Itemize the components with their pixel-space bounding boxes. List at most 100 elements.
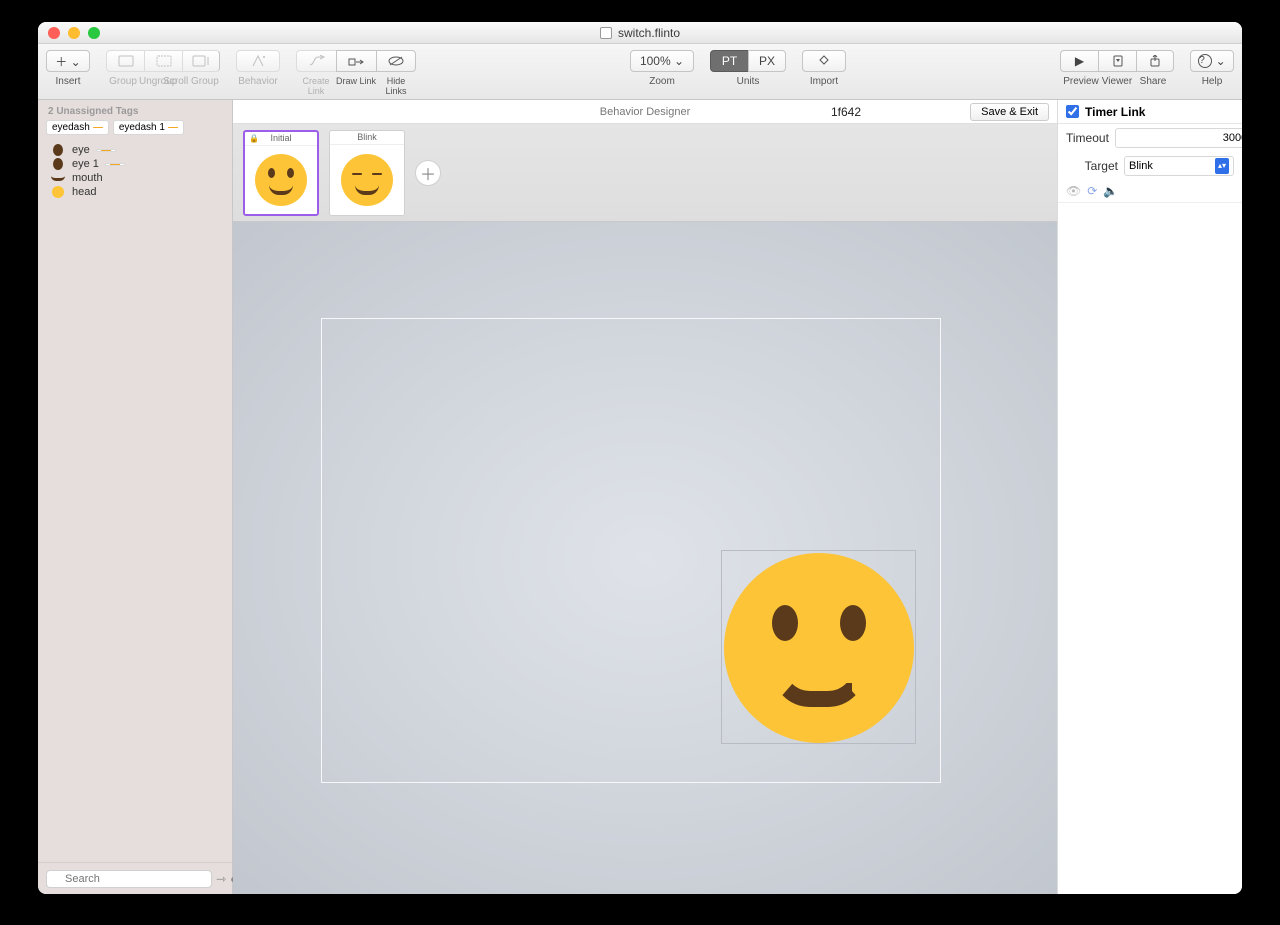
layer-label: mouth	[72, 172, 103, 184]
import-label: Import	[810, 76, 838, 87]
behavior-label: Behavior	[238, 76, 277, 87]
sound-option-icon[interactable]: 🔈	[1103, 184, 1118, 198]
layer-item-eye-1[interactable]: eye 1	[46, 157, 224, 171]
app-window: switch.flinto ＋ ⌄ Insert Group Ungroup S…	[38, 22, 1242, 894]
target-select[interactable]: Blink ▴▾	[1124, 156, 1234, 176]
smiley-head[interactable]	[724, 553, 914, 743]
tags-header: 2 Unassigned Tags	[38, 100, 232, 120]
layers-panel: 2 Unassigned Tags eyedash eyedash 1 eye …	[38, 100, 233, 894]
layer-item-eye[interactable]: eye	[46, 143, 224, 157]
zoom-label: Zoom	[649, 76, 675, 87]
artboard[interactable]	[321, 318, 941, 783]
layer-search-input[interactable]	[46, 870, 212, 888]
layer-item-mouth[interactable]: mouth	[46, 171, 224, 185]
window-title: switch.flinto	[600, 26, 680, 40]
state-card-blink[interactable]: Blink	[329, 130, 405, 216]
smiley-eye-left[interactable]	[772, 605, 798, 641]
state-label: Initial	[270, 133, 291, 143]
hide-links-label: Hide Links	[376, 76, 416, 96]
scroll-group-button[interactable]	[182, 50, 220, 72]
help-label: Help	[1202, 76, 1223, 87]
traffic-lights	[48, 27, 100, 39]
tag-line-icon	[93, 127, 103, 128]
layer-label: eye 1	[72, 158, 99, 170]
window-title-text: switch.flinto	[618, 26, 680, 40]
timeout-label: Timeout	[1066, 131, 1109, 145]
tag-line-icon	[168, 127, 178, 128]
group-button[interactable]	[106, 50, 144, 72]
group-label: Group	[107, 76, 139, 87]
state-label: Blink	[357, 132, 377, 142]
inspector-panel: Timer Link Timeout Target Blink ▴▾ 👁 ⟳ 🔈	[1057, 100, 1242, 894]
zoom-value: 100%	[640, 54, 671, 68]
behavior-name-input[interactable]	[827, 103, 957, 121]
ungroup-button[interactable]	[144, 50, 182, 72]
layer-label: head	[72, 186, 96, 198]
timer-link-checkbox[interactable]	[1066, 105, 1079, 118]
preview-button[interactable]: ▶	[1060, 50, 1098, 72]
units-pt-button[interactable]: PT	[710, 50, 748, 72]
selection-box[interactable]	[721, 550, 916, 744]
link-option-icons: 👁 ⟳ 🔈	[1058, 180, 1242, 203]
connector-icon[interactable]: ⇾	[216, 872, 226, 886]
target-value: Blink	[1129, 160, 1153, 172]
mouth-icon	[50, 172, 66, 184]
layer-tag-chip[interactable]	[105, 163, 125, 166]
lock-icon: 🔒	[249, 134, 259, 143]
help-button[interactable]: ? ⌄	[1190, 50, 1234, 72]
create-link-label: Create Link	[296, 76, 336, 96]
timer-option-icon[interactable]: ⟳	[1087, 184, 1097, 198]
layer-list: eye eye 1 mouth head	[38, 139, 232, 203]
smiley-eye-right[interactable]	[840, 605, 866, 641]
create-link-button[interactable]	[296, 50, 336, 72]
toolbar: ＋ ⌄ Insert Group Ungroup Scroll Group Be…	[38, 44, 1242, 100]
head-icon	[50, 186, 66, 198]
layer-label: eye	[72, 144, 90, 156]
units-px-button[interactable]: PX	[748, 50, 786, 72]
document-icon	[600, 27, 612, 39]
layer-tag-chip[interactable]	[96, 149, 116, 152]
import-button[interactable]	[802, 50, 846, 72]
layer-item-head[interactable]: head	[46, 185, 224, 199]
states-bar: 🔒 Initial Blink ＋	[233, 124, 1057, 222]
tags-row: eyedash eyedash 1	[38, 120, 232, 139]
state-thumbnail	[245, 146, 317, 214]
titlebar: switch.flinto	[38, 22, 1242, 44]
tag-chip-eyedash-1[interactable]: eyedash 1	[113, 120, 184, 135]
viewer-button[interactable]	[1098, 50, 1136, 72]
insert-label: Insert	[55, 76, 80, 87]
insert-button[interactable]: ＋ ⌄	[46, 50, 90, 72]
canvas[interactable]	[233, 222, 1057, 894]
viewer-label: Viewer	[1099, 76, 1135, 87]
draw-link-button[interactable]	[336, 50, 376, 72]
scroll-group-label: Scroll Group	[163, 76, 219, 87]
tag-chip-eyedash[interactable]: eyedash	[46, 120, 109, 135]
timeout-input[interactable]	[1115, 128, 1242, 148]
center-area: Behavior Designer Save & Exit 🔒 Initial B…	[233, 100, 1057, 894]
share-label: Share	[1135, 76, 1171, 87]
target-label: Target	[1066, 159, 1118, 173]
minimize-window-button[interactable]	[68, 27, 80, 39]
hide-links-button[interactable]	[376, 50, 416, 72]
inspector-header-label: Timer Link	[1085, 105, 1145, 119]
zoom-window-button[interactable]	[88, 27, 100, 39]
close-window-button[interactable]	[48, 27, 60, 39]
select-caret-icon: ▴▾	[1215, 158, 1229, 174]
subheader: Behavior Designer Save & Exit	[233, 100, 1057, 124]
content-area: 2 Unassigned Tags eyedash eyedash 1 eye …	[38, 100, 1242, 894]
inspector-header: Timer Link	[1058, 100, 1242, 124]
save-exit-button[interactable]: Save & Exit	[970, 103, 1049, 121]
smiley-mouth[interactable]	[772, 669, 866, 707]
state-thumbnail	[330, 145, 404, 215]
share-button[interactable]	[1136, 50, 1174, 72]
draw-link-label: Draw Link	[336, 76, 376, 96]
state-card-initial[interactable]: 🔒 Initial	[243, 130, 319, 216]
layers-footer: 🔍 ⇾ ◐	[38, 862, 232, 894]
behavior-button[interactable]	[236, 50, 280, 72]
eye-option-icon[interactable]: 👁	[1066, 184, 1081, 198]
eye-icon	[50, 144, 66, 156]
eye-icon	[50, 158, 66, 170]
subheader-title: Behavior Designer	[600, 106, 691, 118]
add-state-button[interactable]: ＋	[415, 160, 441, 186]
zoom-dropdown[interactable]: 100% ⌄	[630, 50, 694, 72]
